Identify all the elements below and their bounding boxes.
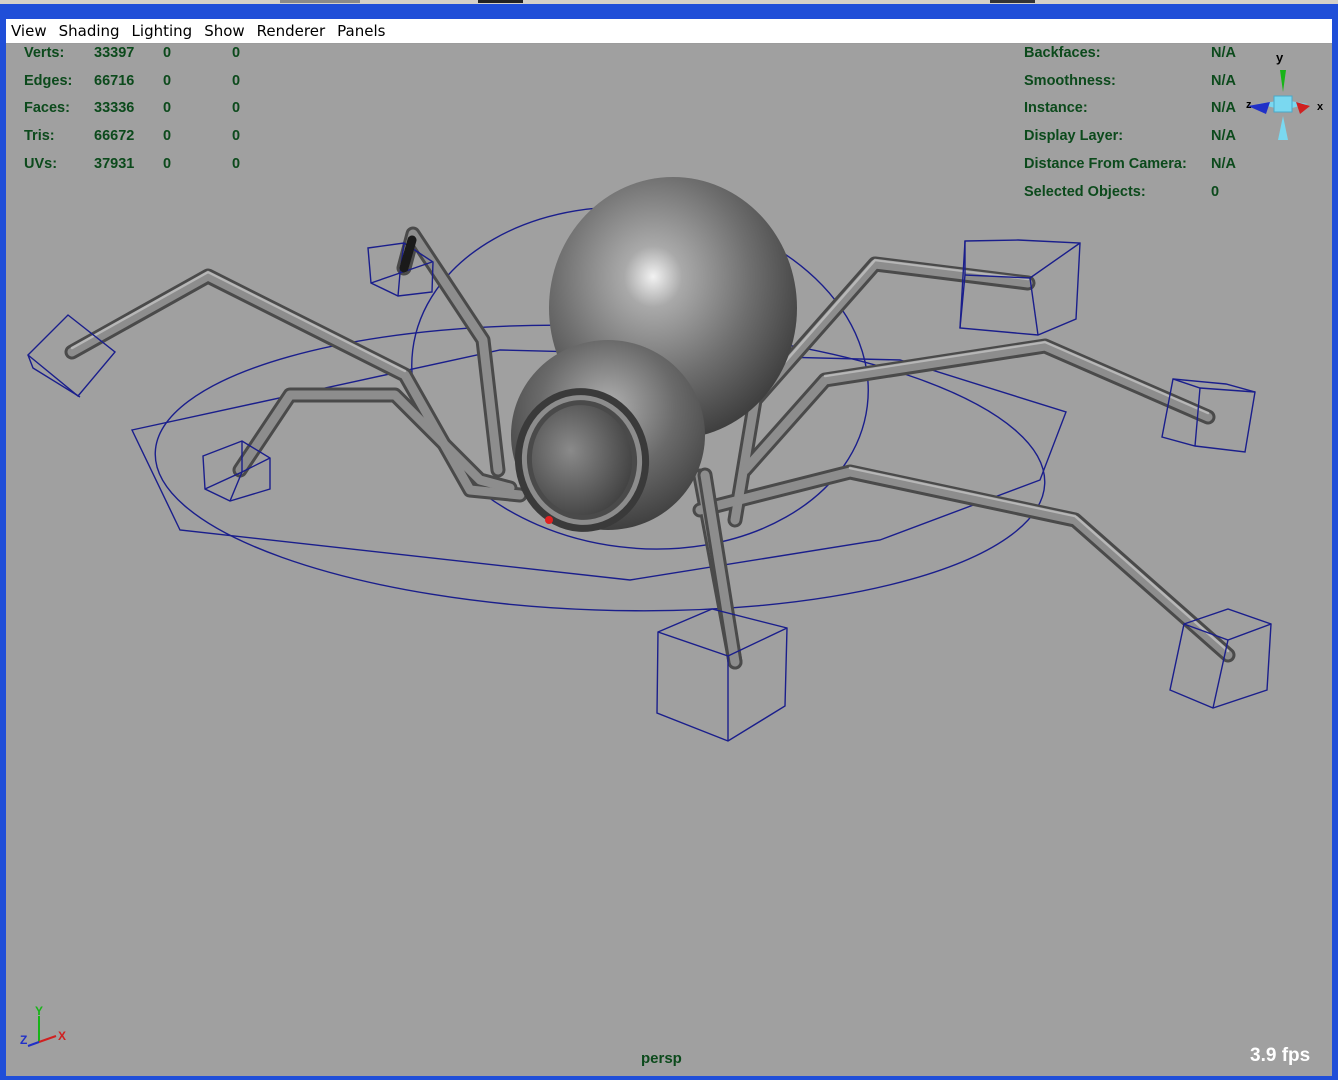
stat-value: 0 (232, 128, 241, 144)
menu-show[interactable]: Show (199, 19, 251, 43)
info-label: Display Layer: (1024, 128, 1124, 144)
spider-eye (545, 516, 553, 524)
camera-name-label: persp (641, 1050, 682, 1067)
perspective-viewport[interactable]: Verts: 33397 0 0 Edges: 66716 0 0 Faces:… (6, 44, 1332, 1076)
stat-value: 33397 (94, 45, 135, 61)
info-value: N/A (1211, 156, 1236, 172)
stat-value: 0 (163, 128, 172, 144)
info-value: N/A (1211, 128, 1236, 144)
axis-x-label: X (58, 1029, 66, 1043)
view-compass-z-label: z (1246, 99, 1252, 111)
menu-renderer[interactable]: Renderer (252, 19, 332, 43)
spider-body (511, 177, 797, 532)
menu-lighting[interactable]: Lighting (127, 19, 200, 43)
stat-value: 0 (232, 45, 241, 61)
axis-y-label: Y (35, 1004, 43, 1018)
stat-value: 0 (163, 73, 172, 89)
stat-value: 0 (163, 45, 172, 61)
info-label: Backfaces: (1024, 45, 1101, 61)
view-compass-y-label: y (1276, 50, 1284, 65)
info-value: 0 (1211, 184, 1220, 200)
stat-value: 0 (232, 73, 241, 89)
info-value: N/A (1211, 73, 1236, 89)
panel-menu-bar: View Shading Lighting Show Renderer Pane… (6, 19, 1332, 44)
stat-label: UVs: (24, 156, 58, 172)
stat-value: 0 (163, 100, 172, 116)
info-value: N/A (1211, 100, 1236, 116)
stat-value: 66672 (94, 128, 135, 144)
stat-label: Faces: (24, 100, 70, 116)
stat-value: 33336 (94, 100, 135, 116)
stat-value: 0 (163, 156, 172, 172)
info-label: Smoothness: (1024, 73, 1116, 89)
stat-label: Verts: (24, 45, 65, 61)
info-label: Selected Objects: (1024, 184, 1146, 200)
info-label: Instance: (1024, 100, 1088, 116)
view-compass-x-label: x (1317, 101, 1324, 113)
menu-shading[interactable]: Shading (54, 19, 127, 43)
stat-label: Edges: (24, 73, 73, 89)
axis-z-label: Z (20, 1033, 27, 1047)
stat-value: 66716 (94, 73, 135, 89)
menu-panels[interactable]: Panels (332, 19, 392, 43)
stat-label: Tris: (24, 128, 55, 144)
stat-value: 0 (232, 100, 241, 116)
menu-view[interactable]: View (6, 19, 54, 43)
fps-readout: 3.9 fps (1250, 1045, 1311, 1066)
stat-value: 0 (232, 156, 241, 172)
info-label: Distance From Camera: (1024, 156, 1187, 172)
view-compass-icon[interactable]: y z x (1244, 48, 1332, 148)
origin-axis-icon: Y X Z (20, 1004, 66, 1047)
info-value: N/A (1211, 45, 1236, 61)
foot-box-7 (1169, 608, 1272, 709)
stat-value: 37931 (94, 156, 135, 172)
